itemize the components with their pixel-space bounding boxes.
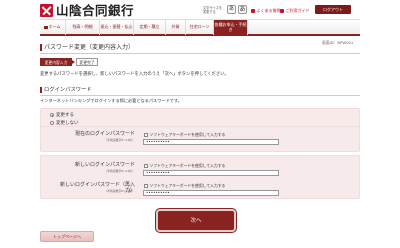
- new-password-note: （半角英数字6〜12桁）: [104, 169, 135, 173]
- nav-forex[interactable]: 外貨: [166, 20, 186, 35]
- font-large-button[interactable]: あ: [238, 5, 247, 14]
- bank-logo-icon[interactable]: [40, 4, 53, 17]
- font-size-label: 文字サイズを変更する: [203, 6, 223, 14]
- nav-balance[interactable]: 残高・明細: [66, 20, 100, 35]
- new-password-label: 新しいログインパスワード: [74, 162, 135, 168]
- nav-home[interactable]: ホーム: [40, 20, 66, 35]
- confirm-password-input[interactable]: ••••••••••: [143, 190, 279, 196]
- current-softkb-checkbox[interactable]: ソフトウェアキーボードを使用して入力する: [144, 132, 225, 138]
- instructions: 変更するパスワードを選択し、新しいパスワードを入力のうえ「次へ」ボタンを押してく…: [40, 72, 229, 77]
- section-title: ログインパスワード: [40, 87, 92, 93]
- global-nav: ホーム 残高・明細 振込・振替・払込 定期・積立 外貨 住宅ローン 各種お申込・…: [40, 19, 360, 36]
- current-password-label: 現在のログインパスワード: [74, 131, 135, 137]
- new-softkb-checkbox[interactable]: ソフトウェアキーボードを使用して入力する: [144, 163, 225, 169]
- section-description: インターネットバンキングでログインする際に必要となるパスワードです。: [40, 98, 182, 103]
- nav-transfer[interactable]: 振込・振替・払込: [100, 20, 134, 35]
- page-title: パスワード変更（変更内容入力）: [40, 44, 134, 51]
- step-current: 変更内容入力: [40, 58, 72, 66]
- logout-button[interactable]: ログアウト: [315, 5, 351, 14]
- current-password-input[interactable]: ••••••••••: [143, 139, 279, 145]
- step-complete: 変更完了: [76, 58, 98, 66]
- checkbox-icon: [144, 184, 148, 188]
- back-to-top-button[interactable]: トップページへ: [40, 231, 94, 242]
- checkbox-icon: [144, 164, 148, 168]
- current-password-note: （半角英数字6〜12桁）: [104, 138, 135, 142]
- title-divider: [40, 53, 360, 54]
- guide-link[interactable]: ご利用ガイド: [280, 8, 310, 13]
- home-icon: [44, 25, 48, 30]
- bank-name[interactable]: 山陰合同銀行: [56, 3, 134, 18]
- radio-unselected-icon: [50, 121, 54, 125]
- nav-deposit[interactable]: 定期・積立: [134, 20, 166, 35]
- nav-housing-loan[interactable]: 住宅ローン: [186, 20, 214, 35]
- section-divider: [40, 95, 360, 96]
- new-password-input[interactable]: ••••••••••: [143, 170, 279, 176]
- radio-change[interactable]: 変更する: [50, 112, 74, 118]
- step-arrow-icon: [72, 60, 75, 64]
- page-id: 画面ID：BPW001: [322, 40, 354, 45]
- next-button[interactable]: 次へ: [156, 209, 236, 232]
- nav-applications[interactable]: 各種お申込・手続き: [214, 20, 248, 35]
- confirm-password-note: （半角英数字6〜12桁）: [104, 189, 135, 193]
- font-small-button[interactable]: あ: [227, 5, 236, 14]
- checkbox-icon: [144, 133, 148, 137]
- confirm-softkb-checkbox[interactable]: ソフトウェアキーボードを使用して入力する: [144, 183, 225, 189]
- faq-link[interactable]: よくある質問: [251, 8, 281, 13]
- radio-selected-icon: [50, 113, 54, 117]
